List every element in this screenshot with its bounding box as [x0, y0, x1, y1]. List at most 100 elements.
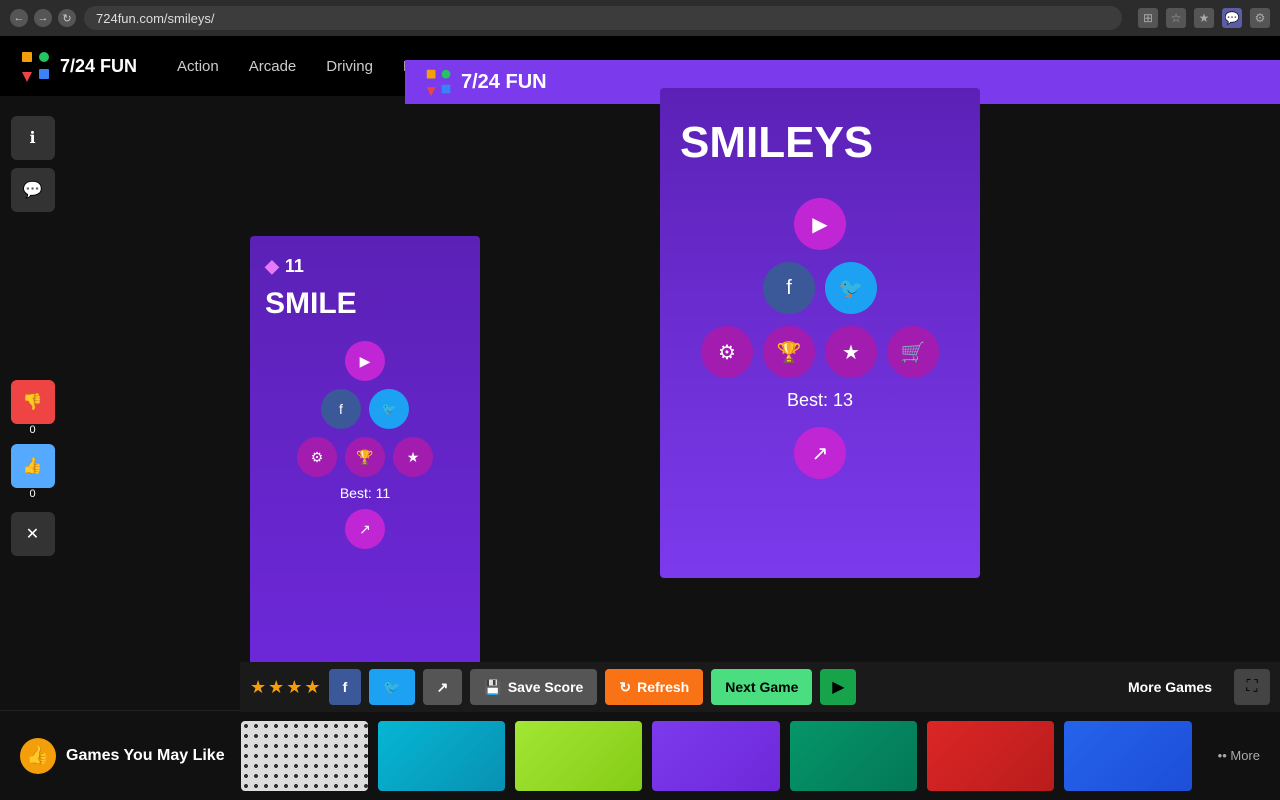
game-thumb-2[interactable] [378, 721, 505, 791]
forward-button[interactable]: → [34, 9, 52, 27]
star-button-big[interactable]: ★ [825, 326, 877, 378]
page: 7/24 FUN Action Arcade Driving Pu... Log… [0, 36, 1280, 800]
thumb-up-icon: 👍 [27, 745, 49, 766]
next-label: Next Game [725, 679, 798, 695]
star-button-small[interactable]: ★ [393, 437, 433, 477]
twitter-button-small[interactable]: 🐦 [369, 389, 409, 429]
play-button-big[interactable]: ▶ [794, 198, 846, 250]
action-row-small: ⚙ 🏆 ★ [265, 437, 465, 477]
ext-icon-5[interactable]: ⚙ [1250, 8, 1270, 28]
save-label: Save Score [508, 679, 584, 695]
game-card-big: SMILEYS ▶ f 🐦 ⚙ 🏆 ★ 🛒 Best: 13 ↗ [660, 88, 980, 578]
left-sidebar: ℹ 💬 👎 0 👍 0 ✕ [0, 96, 65, 576]
close-button[interactable]: ✕ [11, 512, 55, 556]
browser-extension-icons: ⊞ ☆ ★ 💬 ⚙ [1138, 8, 1270, 28]
right-toolbar: More Games ⛶ [1114, 669, 1270, 705]
social-row-small: f 🐦 [265, 389, 465, 429]
share-row-big: ↗ [680, 427, 960, 479]
fullscreen-button[interactable]: ⛶ [1234, 669, 1270, 705]
game-thumb-7[interactable] [1064, 721, 1191, 791]
like-group: 👍 0 [11, 444, 55, 500]
dislike-count: 0 [29, 424, 35, 436]
star-4: ★ [304, 677, 320, 698]
twitter-toolbar-button[interactable]: 🐦 [369, 669, 414, 705]
play-button-small[interactable]: ▶ [345, 341, 385, 381]
info-button[interactable]: ℹ [11, 116, 55, 160]
social-row-big: f 🐦 [680, 262, 960, 314]
site-nav: Action Arcade Driving Pu... [177, 58, 434, 75]
game-thumb-1[interactable] [241, 721, 368, 791]
save-score-button[interactable]: 💾 Save Score [470, 669, 597, 705]
games-row [241, 721, 1192, 791]
ext-icon-4[interactable]: 💬 [1222, 8, 1242, 28]
back-button[interactable]: ← [10, 9, 28, 27]
more-games-link[interactable]: •• More [1218, 748, 1260, 763]
like-icon: 👍 [23, 456, 43, 476]
settings-button-small[interactable]: ⚙ [297, 437, 337, 477]
nav-action[interactable]: Action [177, 58, 219, 75]
games-title-text: Games You May Like [66, 747, 225, 765]
leaderboard-button-big[interactable]: 🏆 [763, 326, 815, 378]
nav-arcade[interactable]: Arcade [249, 58, 297, 75]
close-icon: ✕ [26, 524, 39, 544]
ext-icon-3[interactable]: ★ [1194, 8, 1214, 28]
best-score-big: Best: 13 [680, 390, 960, 411]
score-small: ◆ 11 [265, 256, 465, 277]
more-games-label: More Games [1128, 679, 1212, 695]
banner-logo: 7/24 FUN [425, 68, 547, 96]
next-game-button[interactable]: Next Game [711, 669, 812, 705]
browser-chrome: ← → ↻ 724fun.com/smileys/ ⊞ ☆ ★ 💬 ⚙ [0, 0, 1280, 36]
like-count: 0 [29, 488, 35, 500]
game-thumb-4[interactable] [652, 721, 779, 791]
dislike-icon: 👎 [23, 392, 43, 412]
fullscreen-icon: ⛶ [1246, 678, 1257, 696]
share-button-small[interactable]: ↗ [345, 509, 385, 549]
logo-icon [20, 50, 52, 82]
game-thumb-5[interactable] [790, 721, 917, 791]
star-3: ★ [286, 677, 302, 698]
game-thumb-3[interactable] [515, 721, 642, 791]
like-button[interactable]: 👍 [11, 444, 55, 488]
browser-controls: ← → ↻ [10, 9, 76, 27]
game-card-small: ◆ 11 SMILE ▶ f 🐦 ⚙ 🏆 ★ Best: 11 ↗ [250, 236, 480, 676]
twitter-button-big[interactable]: 🐦 [825, 262, 877, 314]
facebook-button-big[interactable]: f [763, 262, 815, 314]
nav-driving[interactable]: Driving [326, 58, 373, 75]
leaderboard-button-small[interactable]: 🏆 [345, 437, 385, 477]
diamond-number-small: 11 [285, 256, 304, 277]
share-toolbar-button[interactable]: ↗ [423, 669, 463, 705]
game-title-big: SMILEYS [680, 118, 960, 168]
ext-icon-2[interactable]: ☆ [1166, 8, 1186, 28]
action-row-big: ⚙ 🏆 ★ 🛒 [680, 326, 960, 378]
share-button-big[interactable]: ↗ [794, 427, 846, 479]
comment-button[interactable]: 💬 [11, 168, 55, 212]
game-title-small: SMILE [265, 287, 465, 321]
banner-logo-icon [425, 68, 453, 96]
logo-text: 7/24 FUN [60, 56, 137, 77]
settings-button-big[interactable]: ⚙ [701, 326, 753, 378]
more-games-button[interactable]: More Games [1114, 669, 1226, 705]
bottom-toolbar: ★ ★ ★ ★ f 🐦 ↗ 💾 Save Score ↻ Refresh Nex… [240, 662, 1280, 712]
next-game-arrow-button[interactable]: ▶ [820, 669, 856, 705]
game-thumb-6[interactable] [927, 721, 1054, 791]
play-row-small: ▶ [265, 341, 465, 381]
dislike-group: 👎 0 [11, 380, 55, 436]
refresh-button[interactable]: ↻ [58, 9, 76, 27]
comment-icon: 💬 [23, 180, 43, 200]
cart-button-big[interactable]: 🛒 [887, 326, 939, 378]
address-bar[interactable]: 724fun.com/smileys/ [84, 6, 1122, 30]
dislike-button[interactable]: 👎 [11, 380, 55, 424]
star-1: ★ [250, 677, 266, 698]
play-row-big: ▶ [680, 198, 960, 250]
url-text: 724fun.com/smileys/ [96, 11, 215, 26]
games-thumb-icon: 👍 [20, 738, 56, 774]
games-section-title: 👍 Games You May Like [20, 738, 225, 774]
facebook-toolbar-button[interactable]: f [329, 669, 362, 705]
site-logo[interactable]: 7/24 FUN [20, 50, 137, 82]
ext-icon-1[interactable]: ⊞ [1138, 8, 1158, 28]
refresh-button[interactable]: ↻ Refresh [605, 669, 703, 705]
banner-logo-text: 7/24 FUN [461, 71, 547, 94]
share-row-small: ↗ [265, 509, 465, 549]
best-score-small: Best: 11 [265, 485, 465, 501]
facebook-button-small[interactable]: f [321, 389, 361, 429]
